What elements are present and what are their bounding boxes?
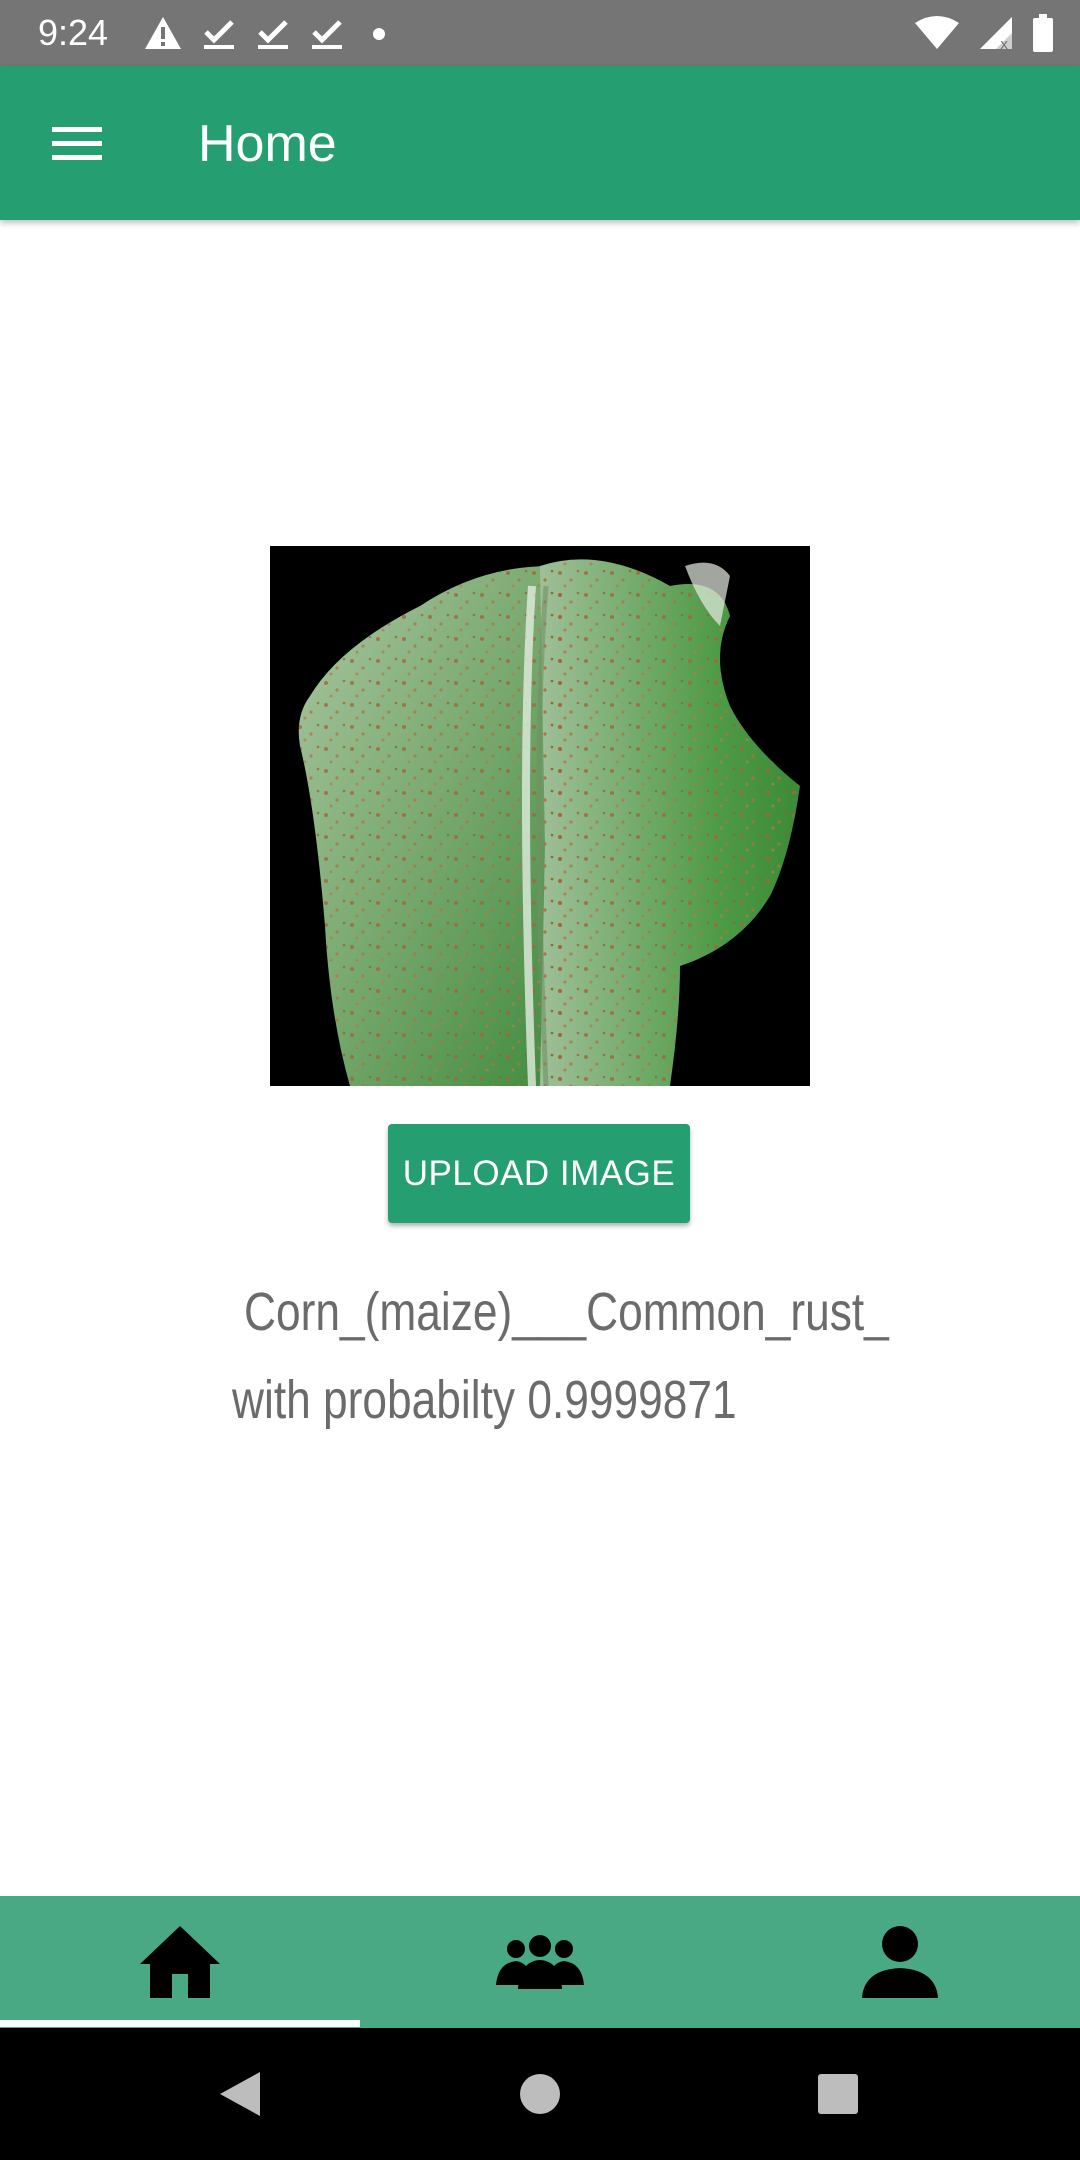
prediction-class: Corn_(maize)___Common_rust_	[244, 1282, 889, 1342]
leaf-photo	[270, 546, 810, 1086]
battery-icon	[1033, 14, 1053, 52]
system-navigation-bar	[0, 2028, 1080, 2160]
system-back-button[interactable]	[212, 2066, 268, 2122]
page-title: Home	[198, 115, 337, 173]
system-status-icons: x	[914, 12, 1054, 54]
menu-icon	[52, 127, 102, 160]
check-icon	[312, 20, 342, 49]
system-home-button[interactable]	[512, 2066, 568, 2122]
profile-icon	[862, 1926, 938, 1998]
wifi-icon	[915, 16, 959, 49]
community-icon	[496, 1935, 584, 1989]
upload-image-button[interactable]: UPLOAD IMAGE	[388, 1124, 690, 1223]
status-bar: 9:24 x	[0, 0, 1080, 66]
check-icon	[258, 20, 288, 49]
system-recents-button[interactable]	[810, 2066, 866, 2122]
menu-button[interactable]	[40, 110, 114, 176]
dot-icon	[373, 28, 385, 40]
selected-tab-indicator	[0, 2020, 360, 2027]
check-icon	[204, 20, 234, 49]
status-time: 9:24	[38, 12, 109, 53]
nav-home[interactable]	[0, 1896, 360, 2028]
nav-profile[interactable]	[720, 1896, 1080, 2028]
bottom-navigation	[0, 1896, 1080, 2028]
home-circle-icon	[520, 2074, 560, 2114]
svg-text:x: x	[1000, 37, 1008, 51]
home-icon	[140, 1926, 220, 1998]
app-bar: Home	[0, 66, 1080, 220]
signal-icon: x	[980, 17, 1012, 51]
recents-icon	[818, 2074, 858, 2114]
notification-icons	[144, 12, 394, 54]
prediction-probability: with probabilty 0.9999871	[232, 1370, 737, 1430]
warning-icon	[145, 17, 181, 49]
nav-community[interactable]	[360, 1896, 720, 2028]
back-icon	[220, 2072, 260, 2116]
